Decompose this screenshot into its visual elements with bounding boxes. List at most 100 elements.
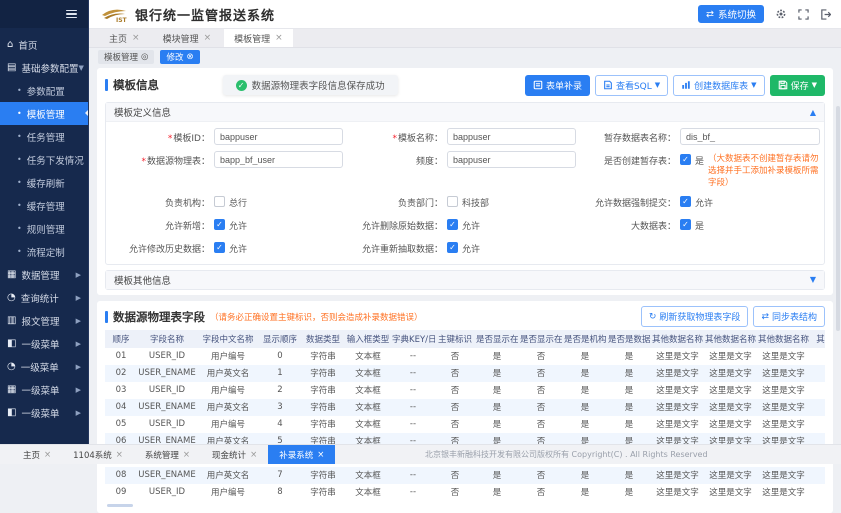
system-switch-button[interactable]: ⇄ 系统切换 [698,5,764,23]
bottom-tab-1104系统[interactable]: 1104系统× [62,445,134,464]
close-icon[interactable]: × [183,450,190,460]
horizontal-scrollbar[interactable] [107,504,133,507]
table-cell: 否 [435,416,475,433]
table-cell: -- [391,416,435,433]
form-field: 允许数据强制提交：✓允许 [576,190,820,213]
create-db-table-button[interactable]: 创建数据库表▼ [673,75,764,96]
table-cell: 文本框 [345,382,391,399]
暂存数据表名称-input[interactable] [680,128,820,145]
save-button[interactable]: 保存▼ [770,75,825,96]
sidebar-subitem-规则管理[interactable]: •规则管理 [0,217,88,240]
menu-collapse-icon[interactable] [66,8,77,21]
close-icon[interactable]: × [275,33,283,43]
sidebar-item-一级菜单[interactable]: ▦一级菜单▶ [0,378,88,401]
chip-模板管理[interactable]: 模板管理◎ [98,50,154,64]
允许新增-checkbox[interactable]: ✓ [214,219,225,230]
负责机构-checkbox[interactable] [214,196,225,207]
sidebar-item-数据管理[interactable]: ▦数据管理▶ [0,263,88,286]
table-cell: 用户英文名 [197,365,259,382]
table-cell: 这里是文字 [704,365,757,382]
close-icon[interactable]: × [132,33,140,43]
clock-icon: ◔ [7,292,16,303]
table-row: 09USER_ID用户编号8字符串文本框--否是否是是这里是文字这里是文字这里是… [105,484,825,501]
close-icon[interactable]: × [250,450,257,460]
form-field: *数据源物理表： [110,148,343,190]
bottom-tab-现金统计[interactable]: 现金统计 × [201,445,268,464]
sidebar-item-基础参数配置[interactable]: ▤基础参数配置▼ [0,56,88,79]
table-cell [810,484,825,501]
form-field: *模板名称： [343,125,576,148]
sidebar-subitem-任务管理[interactable]: •任务管理 [0,125,88,148]
sidebar-item-label: 一级菜单 [21,406,59,420]
sidebar-item-一级菜单[interactable]: ◔一级菜单▶ [0,355,88,378]
table-cell: 是 [563,399,607,416]
bottom-tab-补录系统[interactable]: 补录系统× [268,445,335,464]
table-cell: 4 [259,416,301,433]
频度-input[interactable] [447,151,576,168]
table-cell: 否 [519,365,563,382]
table-cell: -- [391,382,435,399]
close-icon[interactable]: × [44,450,51,460]
bottom-tab-主页[interactable]: 主页× [12,445,62,464]
table-cell: 否 [435,467,475,484]
close-icon[interactable]: × [116,450,123,460]
table-cell [810,399,825,416]
sidebar-subitem-任务下发情况[interactable]: •任务下发情况 [0,148,88,171]
fields-table: 顺序字段名称字段中文名称显示顺序数据类型输入框类型字典KEY/日...主键标识是… [105,330,825,501]
sidebar-item-首页[interactable]: ⌂首页 [0,33,88,56]
模板ID-input[interactable] [214,128,343,145]
table-cell: 是 [607,467,651,484]
refresh-fields-button[interactable]: ↻ 刷新获取物理表字段 [641,306,749,327]
fullscreen-icon[interactable] [798,9,809,20]
template-other-panel-header[interactable]: 模板其他信息 ▼ [106,271,824,289]
是否创建暂存表-checkbox[interactable]: ✓ [680,154,691,165]
sidebar-item-label: 一级菜单 [21,337,59,351]
close-circle-icon: ⊗ [186,52,193,62]
sidebar-subitem-流程定制[interactable]: •流程定制 [0,240,88,263]
bottom-tab-系统管理[interactable]: 系统管理× [134,445,201,464]
column-header: 是否是数据... [607,330,651,348]
sidebar-subitem-参数配置[interactable]: •参数配置 [0,79,88,102]
header-actions: 表单补录 查看SQL▼ 创建数据库表▼ [525,75,825,96]
table-cell: 这里是文字 [704,382,757,399]
table-cell: USER_ID [137,348,197,365]
table-cell: USER_ID [137,416,197,433]
bottom-tab-label: 现金统计 [212,449,246,461]
table-cell: 用户编号 [197,382,259,399]
数据源物理表-input[interactable] [214,151,343,168]
chip-修改[interactable]: 修改⊗ [160,50,199,64]
模板名称-input[interactable] [447,128,576,145]
tab-主页[interactable]: 主页× [99,29,150,47]
sidebar-subitem-模板管理[interactable]: •模板管理 [0,102,88,125]
sidebar-subitem-label: 缓存管理 [27,199,65,213]
form-supplement-button[interactable]: 表单补录 [525,75,590,96]
sidebar-subitem-缓存刷新[interactable]: •缓存刷新 [0,171,88,194]
vertical-scrollbar[interactable] [836,106,840,331]
view-sql-button[interactable]: 查看SQL▼ [595,75,668,96]
table-cell: 用户英文名 [197,399,259,416]
chevron-right-icon: ▶ [76,271,81,279]
允许重新抽取数据-checkbox[interactable]: ✓ [447,242,458,253]
sidebar-item-查询统计[interactable]: ◔查询统计▶ [0,286,88,309]
table-cell: 是 [607,365,651,382]
允许删除原始数据-checkbox[interactable]: ✓ [447,219,458,230]
大数据表-checkbox[interactable]: ✓ [680,219,691,230]
允许数据强制提交-checkbox[interactable]: ✓ [680,196,691,207]
table-cell: 否 [519,382,563,399]
close-icon[interactable]: × [317,450,324,460]
负责部门-checkbox[interactable] [447,196,458,207]
close-icon[interactable]: × [204,33,212,43]
table-cell: 是 [563,348,607,365]
tab-模块管理[interactable]: 模块管理× [153,29,222,47]
sidebar-subitem-缓存管理[interactable]: •缓存管理 [0,194,88,217]
gear-icon[interactable] [775,8,787,20]
sidebar-item-label: 报文管理 [21,314,59,328]
sidebar-item-一级菜单[interactable]: ◧一级菜单▶ [0,401,88,424]
sidebar-item-一级菜单[interactable]: ◧一级菜单▶ [0,332,88,355]
logout-icon[interactable] [820,9,831,20]
template-definition-panel-header[interactable]: 模板定义信息 ▲ [106,103,824,121]
sync-structure-button[interactable]: ⇄ 同步表结构 [753,306,825,327]
允许修改历史数据-checkbox[interactable]: ✓ [214,242,225,253]
sidebar-item-报文管理[interactable]: ▥报文管理▶ [0,309,88,332]
tab-模板管理[interactable]: 模板管理× [224,29,293,47]
